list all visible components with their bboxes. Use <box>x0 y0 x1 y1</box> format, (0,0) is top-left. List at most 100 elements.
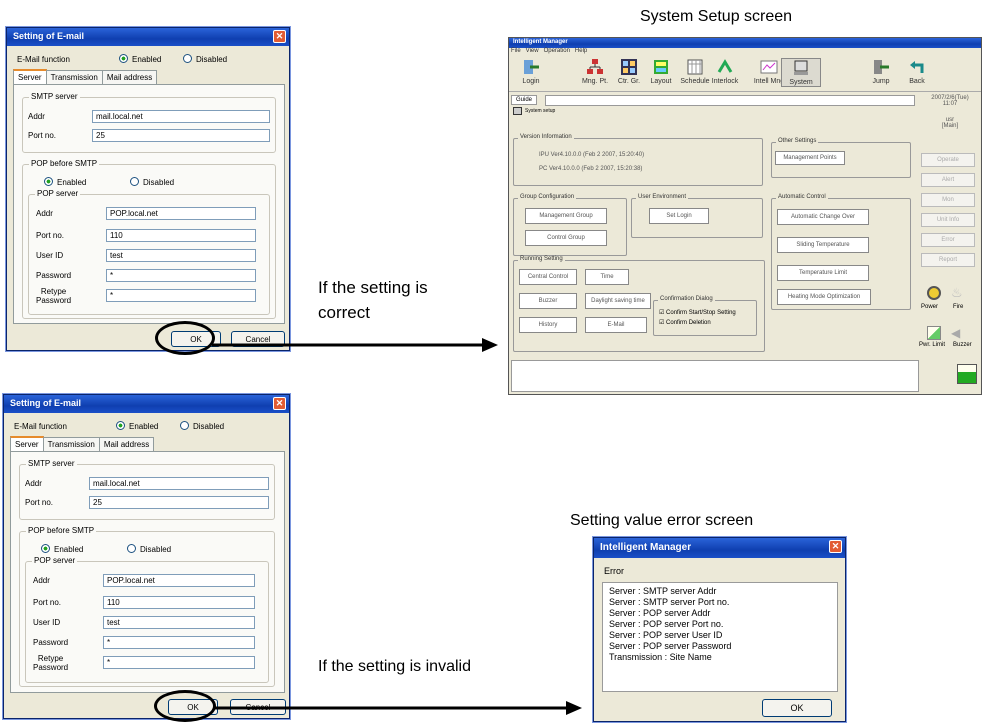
pop-port-input[interactable]: 110 <box>103 596 255 609</box>
side-unit-info-button[interactable]: Unit Info <box>921 213 975 227</box>
email-function-label: E-Mail function <box>14 422 67 431</box>
side-alert-button[interactable]: Alert <box>921 173 975 187</box>
management-group-button[interactable]: Management Group <box>525 208 607 224</box>
menu-bar[interactable]: File View Operation Help <box>511 48 587 54</box>
status-panel-icon[interactable] <box>957 364 977 384</box>
smtp-addr-input[interactable]: mail.local.net <box>92 110 270 123</box>
user-id-label: User ID <box>33 618 61 627</box>
daylight-saving-button[interactable]: Daylight saving time <box>585 293 651 309</box>
pop-addr-input[interactable]: POP.local.net <box>103 574 255 587</box>
error-dialog: Intelligent Manager ✕ Error Server : SMTP… <box>593 537 846 722</box>
cancel-button[interactable]: Cancel <box>231 331 285 347</box>
buzzer-button[interactable]: Buzzer <box>519 293 577 309</box>
password-label: Password <box>33 638 69 647</box>
power-limit-icon[interactable] <box>927 326 941 340</box>
side-operate-button[interactable]: Operate <box>921 153 975 167</box>
radio-enabled[interactable]: Enabled <box>116 421 158 431</box>
toolbar-back[interactable]: Back <box>897 58 937 85</box>
intelligent-manager-icon <box>760 60 778 74</box>
history-button[interactable]: History <box>519 317 577 333</box>
dialog-titlebar: Setting of E-mail ✕ <box>7 28 289 46</box>
interlock-icon <box>717 59 733 73</box>
pop-addr-input[interactable]: POP.local.net <box>106 207 256 220</box>
version-group-title: Version Information <box>518 134 574 140</box>
app-title: Intelligent Manager <box>513 39 568 45</box>
control-group-icon <box>621 59 637 75</box>
sliding-temperature-button[interactable]: Sliding Temperature <box>777 237 869 253</box>
user-id-input[interactable]: test <box>106 249 256 262</box>
radio-enabled[interactable]: Enabled <box>119 54 161 64</box>
tab-server[interactable]: Server <box>10 436 44 451</box>
temperature-limit-button[interactable]: Temperature Limit <box>777 265 869 281</box>
smtp-port-input[interactable]: 25 <box>89 496 269 509</box>
toolbar-interlock[interactable]: Interlock <box>705 58 745 85</box>
retype-input[interactable]: * <box>103 656 255 669</box>
toolbar-label: Jump <box>872 78 890 85</box>
smtp-group: SMTP server <box>19 459 275 520</box>
central-control-button[interactable]: Central Control <box>519 269 577 285</box>
screen-label: System setup <box>525 108 556 114</box>
cancel-button[interactable]: Cancel <box>230 699 286 715</box>
error-ok-button[interactable]: OK <box>762 699 832 717</box>
dialog-title: Setting of E-mail <box>10 398 82 408</box>
email-button[interactable]: E-Mail <box>585 317 647 333</box>
buzzer-icon[interactable]: ◀ <box>951 326 965 340</box>
smtp-group-title: SMTP server <box>29 92 80 101</box>
side-error-button[interactable]: Error <box>921 233 975 247</box>
radio-disabled[interactable]: Disabled <box>183 54 227 64</box>
radio-disabled[interactable]: Disabled <box>180 421 224 431</box>
toolbar-label: Back <box>909 78 925 85</box>
close-icon[interactable]: ✕ <box>273 397 286 410</box>
smtp-addr-input[interactable]: mail.local.net <box>89 477 269 490</box>
smtp-group: SMTP server <box>22 92 276 153</box>
pop-radio-enabled[interactable]: Enabled <box>41 544 83 554</box>
tab-mail-address[interactable]: Mail address <box>101 70 158 85</box>
toolbar-login[interactable]: Login <box>511 58 551 85</box>
email-function-label: E-Mail function <box>17 55 70 64</box>
side-mon-button[interactable]: Mon <box>921 193 975 207</box>
close-icon[interactable]: ✕ <box>829 540 842 553</box>
caption-error-screen: Setting value error screen <box>570 512 754 529</box>
fire-icon[interactable]: ♨ <box>951 286 965 300</box>
pop-radio-disabled[interactable]: Disabled <box>130 177 174 187</box>
pop-radio-disabled[interactable]: Disabled <box>127 544 171 554</box>
guide-tab[interactable]: Guide <box>511 95 538 105</box>
login-icon <box>524 60 539 74</box>
pop-radio-enabled[interactable]: Enabled <box>44 177 86 187</box>
tab-server[interactable]: Server <box>13 69 47 84</box>
pop-port-input[interactable]: 110 <box>106 229 256 242</box>
side-report-button[interactable]: Report <box>921 253 975 267</box>
buzzer-label: Buzzer <box>953 342 972 348</box>
version-line-2: PC Ver4.10.0.0 (Feb 2 2007, 15:20:38) <box>539 166 643 172</box>
set-login-button[interactable]: Set Login <box>649 208 709 224</box>
back-arrow-icon <box>910 61 924 73</box>
toolbar-system[interactable]: System <box>781 58 821 87</box>
user-id-input[interactable]: test <box>103 616 255 629</box>
management-points-icon <box>587 59 603 74</box>
close-icon[interactable]: ✕ <box>273 30 286 43</box>
control-group-button[interactable]: Control Group <box>525 230 607 246</box>
management-points-button[interactable]: Management Points <box>775 151 845 165</box>
smtp-port-input[interactable]: 25 <box>92 129 270 142</box>
tab-mail-address[interactable]: Mail address <box>98 437 155 452</box>
auto-change-over-button[interactable]: Automatic Change Over <box>777 209 869 225</box>
tab-transmission[interactable]: Transmission <box>45 70 103 85</box>
caption-correct: If the setting is correct <box>318 278 428 322</box>
password-input[interactable]: * <box>106 269 256 282</box>
guide-bar <box>545 95 915 106</box>
tab-transmission[interactable]: Transmission <box>42 437 100 452</box>
server-panel: SMTP server Addr mail.local.net Port no.… <box>10 451 285 693</box>
password-input[interactable]: * <box>103 636 255 649</box>
heating-optimization-button[interactable]: Heating Mode Optimization <box>777 289 871 305</box>
smtp-port-label: Port no. <box>25 498 54 507</box>
time-button[interactable]: Time <box>585 269 629 285</box>
confirm-deletion-checkbox[interactable]: ☑ Confirm Deletion <box>659 319 711 326</box>
ok-highlight-circle <box>154 690 216 722</box>
pop-addr-label: Addr <box>33 576 50 585</box>
confirm-deletion-label: Confirm Deletion <box>666 320 711 326</box>
toolbar-jump[interactable]: Jump <box>861 58 901 85</box>
retype-input[interactable]: * <box>106 289 256 302</box>
power-limit-label: Pwr. Limit <box>919 342 946 348</box>
power-icon[interactable] <box>927 286 941 300</box>
confirm-start-stop-checkbox[interactable]: ☑ Confirm Start/Stop Setting <box>659 309 736 316</box>
